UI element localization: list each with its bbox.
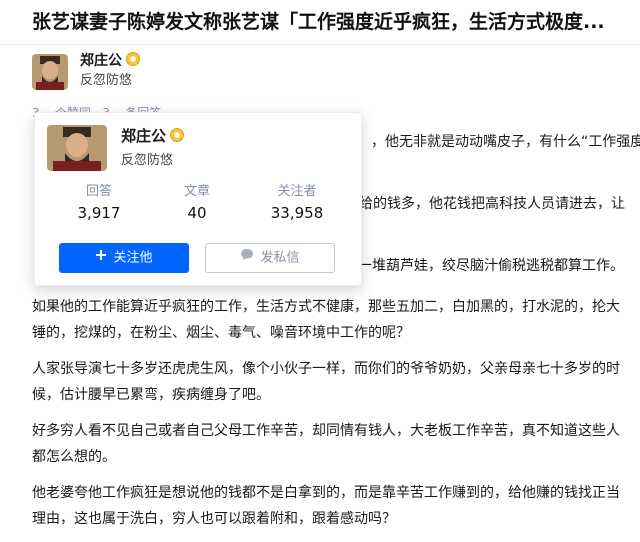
send-message-button[interactable]: 发私信 [205, 243, 335, 273]
article-title[interactable]: 张艺谋妻子陈婷发文称张艺谋「工作强度近乎疯狂，生活方式极度... [32, 8, 634, 36]
author-hover-card: 郑庄公 反忽防悠 回答 3,917 文章 40 关注者 33,958 关注他 发… [34, 112, 362, 286]
hover-card-avatar[interactable] [47, 125, 107, 171]
stat-followers[interactable]: 关注者 33,958 [247, 183, 347, 225]
stat-answers[interactable]: 回答 3,917 [49, 183, 149, 225]
stat-label: 关注者 [277, 184, 317, 199]
paragraph-2: 如果他的工作能算近乎疯狂的工作，生活方式不健康，那些五加二，白加黑的，打水泥的，… [32, 299, 620, 341]
stat-value: 33,958 [270, 204, 324, 222]
follow-label: 关注他 [113, 250, 153, 266]
stat-value: 3,917 [77, 204, 121, 222]
plus-icon [95, 243, 107, 273]
stat-articles[interactable]: 文章 40 [147, 183, 247, 225]
content-fragment-1: ，他无非就是动动嘴皮子，有什么“工作强度 [371, 134, 640, 150]
title-bar: 张艺谋妻子陈婷发文称张艺谋「工作强度近乎疯狂，生活方式极度... [0, 0, 640, 45]
author-avatar[interactable] [32, 54, 68, 90]
hover-card-bio: 反忽防悠 [121, 153, 174, 168]
stat-label: 文章 [183, 184, 210, 199]
chat-bubble-icon [240, 244, 254, 272]
author-bio: 反忽防悠 [80, 73, 133, 88]
hover-card-name[interactable]: 郑庄公 [121, 125, 185, 146]
verified-badge-icon [170, 128, 185, 142]
hover-card-stats: 回答 3,917 文章 40 关注者 33,958 [35, 183, 361, 229]
stat-label: 回答 [85, 184, 112, 199]
paragraph-5: 他老婆夸他工作疯狂是想说他的钱都不是白拿到的，而是靠辛苦工作赚到的，给他赚的钱找… [32, 485, 620, 527]
paragraph-3: 人家张导演七十多岁还虎虎生风，像个小伙子一样，而你们的爷爷奶奶，父亲母亲七十多岁… [32, 361, 620, 403]
paragraph-4: 好多穷人看不见自己或者自己父母工作辛苦，却同情有钱人，大老板工作辛苦，真不知道这… [32, 423, 620, 465]
author-name[interactable]: 郑庄公 [80, 52, 140, 70]
verified-badge-icon [126, 52, 140, 66]
stat-value: 40 [187, 204, 207, 222]
content-fragment-2: 给的钱多，他花钱把高科技人员请进去，让 [359, 196, 625, 212]
message-label: 发私信 [260, 250, 300, 266]
follow-button[interactable]: 关注他 [59, 243, 189, 273]
content-fragment-3: 一堆葫芦娃，绞尽脑汁偷税逃税都算工作。 [358, 258, 624, 274]
